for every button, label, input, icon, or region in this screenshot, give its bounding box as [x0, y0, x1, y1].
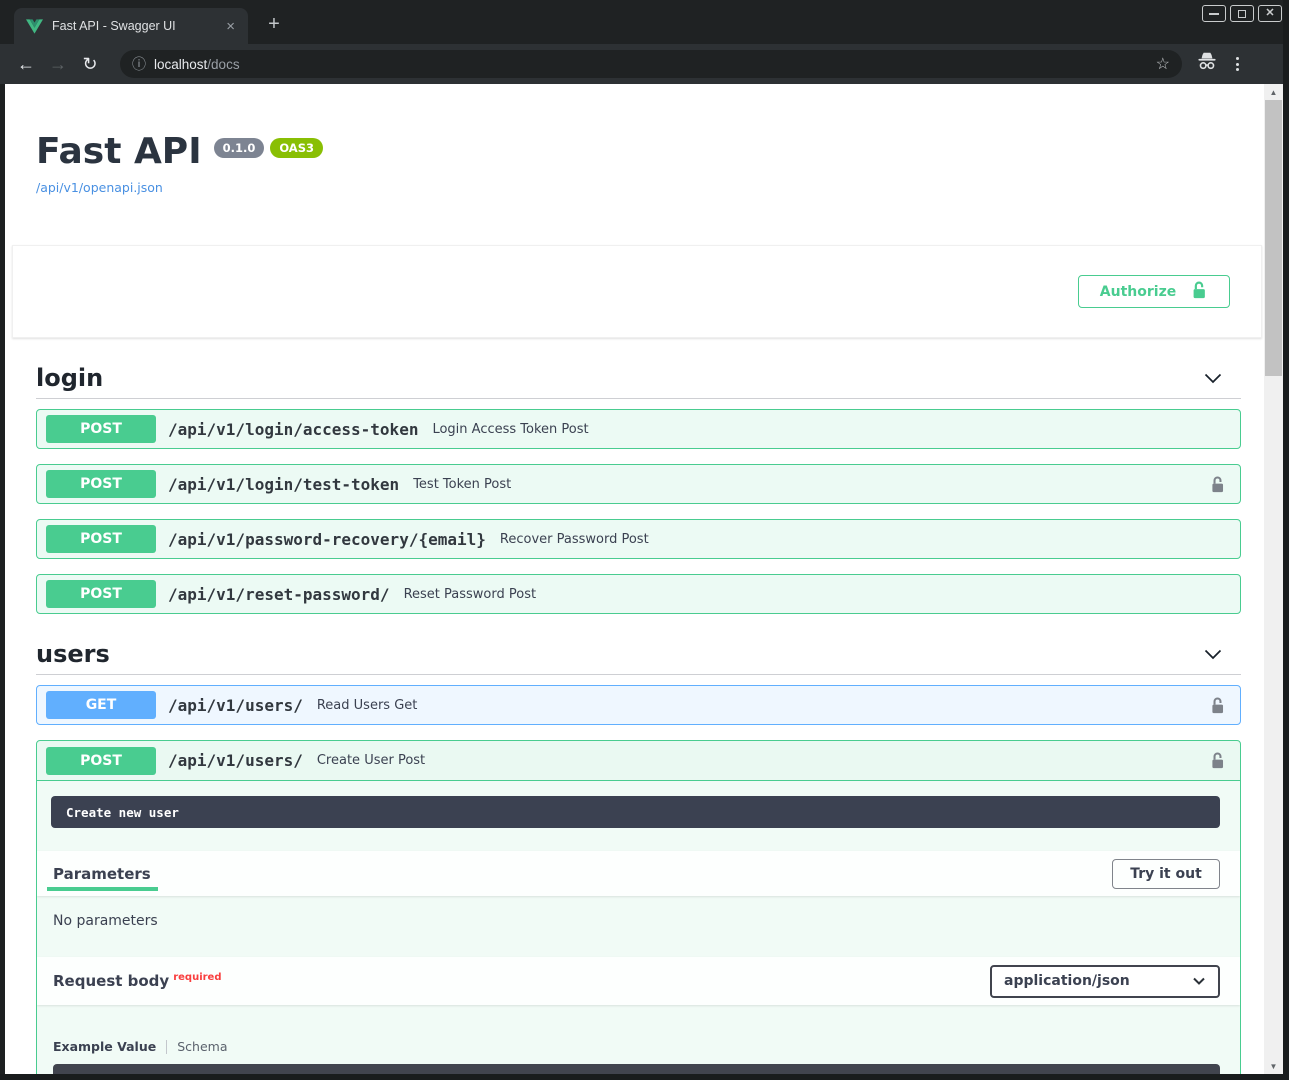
- auth-lock-icon[interactable]: [1209, 751, 1226, 770]
- section-title-login: login: [36, 364, 1202, 392]
- scroll-down-icon[interactable]: ▼: [1264, 1058, 1283, 1074]
- incognito-icon: [1196, 52, 1218, 76]
- op-path: /api/v1/login/access-token: [168, 420, 418, 439]
- authorize-button[interactable]: Authorize: [1078, 275, 1230, 308]
- browser-toolbar: ← → ↻ ⓘ localhost /docs ☆: [0, 44, 1289, 84]
- minimize-button[interactable]: [1202, 5, 1226, 22]
- chevron-down-icon[interactable]: [1202, 645, 1224, 663]
- method-badge: GET: [46, 691, 156, 719]
- page-info-icon[interactable]: ⓘ: [132, 54, 146, 74]
- reload-icon[interactable]: ↻: [74, 55, 106, 73]
- op-row-read-users[interactable]: GET /api/v1/users/ Read Users Get: [36, 685, 1241, 725]
- chevron-down-icon[interactable]: [1202, 369, 1224, 387]
- close-icon: ✕: [1265, 8, 1274, 19]
- method-badge: POST: [46, 747, 156, 775]
- auth-lock-icon[interactable]: [1209, 475, 1226, 494]
- auth-lock-icon[interactable]: [1209, 696, 1226, 715]
- op-path: /api/v1/reset-password/: [168, 585, 390, 604]
- method-badge: POST: [46, 525, 156, 553]
- tab-title: Fast API - Swagger UI: [52, 19, 221, 33]
- api-info: Fast API 0.1.0 OAS3 /api/v1/openapi.json: [36, 132, 1241, 196]
- url-path: /docs: [207, 57, 239, 72]
- page-title: Fast API: [36, 132, 202, 172]
- op-row-reset-password[interactable]: POST /api/v1/reset-password/ Reset Passw…: [36, 574, 1241, 614]
- try-it-out-button[interactable]: Try it out: [1112, 859, 1220, 889]
- page-content: Fast API 0.1.0 OAS3 /api/v1/openapi.json…: [5, 84, 1264, 1074]
- window-controls: ✕: [1202, 5, 1282, 22]
- op-path: /api/v1/users/: [168, 696, 303, 715]
- scroll-up-icon[interactable]: ▲: [1264, 84, 1283, 100]
- op-row-create-user[interactable]: POST /api/v1/users/ Create User Post: [37, 741, 1240, 781]
- request-body-header: Request body required application/json: [37, 957, 1240, 1005]
- op-description: Create new user: [51, 796, 1220, 828]
- no-parameters-text: No parameters: [37, 896, 1240, 957]
- scrollbar-thumb[interactable]: [1265, 100, 1282, 376]
- media-type-select[interactable]: application/json: [990, 965, 1220, 998]
- op-row-login-test-token[interactable]: POST /api/v1/login/test-token Test Token…: [36, 464, 1241, 504]
- parameters-header: Parameters Try it out: [37, 851, 1240, 896]
- chevron-down-icon: [1192, 976, 1206, 986]
- required-badge: required: [173, 972, 221, 983]
- scrollbar[interactable]: ▲ ▼: [1264, 84, 1283, 1074]
- unlock-icon: [1190, 280, 1208, 304]
- scheme-container: Authorize: [12, 245, 1262, 338]
- example-code-block: {: [53, 1064, 1220, 1074]
- op-summary: Login Access Token Post: [432, 422, 588, 437]
- method-badge: POST: [46, 580, 156, 608]
- url-host: localhost: [154, 57, 207, 72]
- minimize-icon: [1209, 13, 1219, 15]
- op-path: /api/v1/users/: [168, 751, 303, 770]
- op-summary: Create User Post: [317, 753, 425, 768]
- method-badge: POST: [46, 415, 156, 443]
- op-path: /api/v1/password-recovery/{email}: [168, 530, 486, 549]
- tab-parameters[interactable]: Parameters: [53, 853, 151, 895]
- op-summary: Reset Password Post: [404, 587, 537, 602]
- op-path: /api/v1/login/test-token: [168, 475, 399, 494]
- tab-divider: [166, 1040, 167, 1054]
- maximize-button[interactable]: [1230, 5, 1254, 22]
- tab-schema[interactable]: Schema: [177, 1039, 227, 1054]
- section-title-users: users: [36, 640, 1202, 668]
- close-button[interactable]: ✕: [1258, 5, 1282, 22]
- back-icon[interactable]: ←: [10, 55, 42, 73]
- titlebar: Fast API - Swagger UI × + ✕: [0, 0, 1289, 44]
- url-bar[interactable]: ⓘ localhost /docs ☆: [120, 50, 1182, 78]
- op-summary: Test Token Post: [413, 477, 511, 492]
- request-body-label: Request body: [53, 972, 169, 990]
- window-frame-right: [1283, 0, 1289, 1080]
- op-block-create-user: POST /api/v1/users/ Create User Post Cre…: [36, 740, 1241, 1074]
- tab-example-value[interactable]: Example Value: [53, 1039, 156, 1054]
- oas3-badge: OAS3: [270, 138, 323, 158]
- forward-icon[interactable]: →: [42, 55, 74, 73]
- openapi-spec-link[interactable]: /api/v1/openapi.json: [36, 180, 163, 195]
- version-badge: 0.1.0: [214, 138, 265, 158]
- browser-window: Fast API - Swagger UI × + ✕ ← → ↻ ⓘ loca…: [0, 0, 1289, 1080]
- op-summary: Recover Password Post: [500, 532, 649, 547]
- tab-close-icon[interactable]: ×: [221, 17, 240, 36]
- section-header-users[interactable]: users: [36, 640, 1241, 675]
- browser-menu-icon[interactable]: [1236, 57, 1239, 71]
- section-header-login[interactable]: login: [36, 364, 1241, 399]
- model-example-section: Example Value Schema {: [37, 1005, 1240, 1074]
- toolbar-right: [1196, 52, 1239, 76]
- swagger-favicon-icon: [26, 19, 43, 34]
- window-frame-bottom: [0, 1074, 1289, 1080]
- op-summary: Read Users Get: [317, 698, 418, 713]
- op-row-password-recovery[interactable]: POST /api/v1/password-recovery/{email} R…: [36, 519, 1241, 559]
- new-tab-button[interactable]: +: [262, 14, 286, 34]
- browser-tab[interactable]: Fast API - Swagger UI ×: [14, 8, 248, 44]
- op-row-login-access-token[interactable]: POST /api/v1/login/access-token Login Ac…: [36, 409, 1241, 449]
- bookmark-star-icon[interactable]: ☆: [1156, 54, 1170, 74]
- method-badge: POST: [46, 470, 156, 498]
- maximize-icon: [1238, 10, 1246, 18]
